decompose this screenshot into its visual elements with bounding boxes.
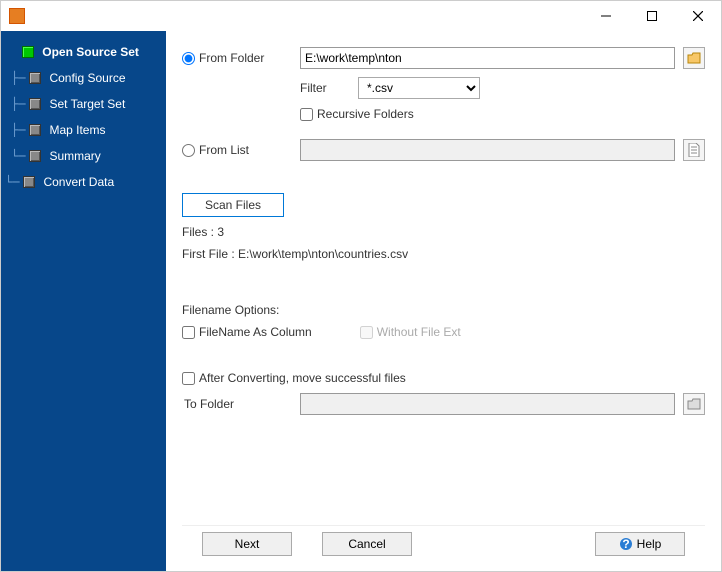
cancel-button[interactable]: Cancel <box>322 532 412 556</box>
step-icon <box>29 98 41 110</box>
minimize-button[interactable] <box>583 1 629 31</box>
filename-options-label: Filename Options: <box>182 303 279 317</box>
step-icon <box>22 46 34 58</box>
folder-icon <box>687 398 701 410</box>
sidebar-item-label: Open Source Set <box>42 45 139 59</box>
sidebar-item-summary[interactable]: └─ Summary <box>1 143 166 169</box>
filename-as-column-label: FileName As Column <box>199 325 312 339</box>
to-folder-input[interactable] <box>300 393 675 415</box>
from-folder-label: From Folder <box>199 51 264 65</box>
files-count: Files : 3 <box>182 225 224 239</box>
without-ext-label: Without File Ext <box>377 325 461 339</box>
file-icon <box>688 143 700 157</box>
scan-files-button[interactable]: Scan Files <box>182 193 284 217</box>
footer: Next Cancel ? Help <box>182 525 705 561</box>
app-icon <box>9 8 25 24</box>
filter-label: Filter <box>300 81 350 95</box>
help-label: Help <box>637 537 662 551</box>
help-icon: ? <box>619 537 633 551</box>
browse-to-folder-button[interactable] <box>683 393 705 415</box>
sidebar-item-label: Convert Data <box>43 175 114 189</box>
sidebar-item-map-items[interactable]: ├─ Map Items <box>1 117 166 143</box>
from-folder-radio[interactable] <box>182 52 195 65</box>
sidebar: Open Source Set ├─ Config Source ├─ Set … <box>1 31 166 571</box>
from-list-radio[interactable] <box>182 144 195 157</box>
step-icon <box>29 72 41 84</box>
next-button[interactable]: Next <box>202 532 292 556</box>
from-folder-radio-wrap[interactable]: From Folder <box>182 51 292 65</box>
sidebar-item-label: Summary <box>49 149 100 163</box>
from-list-radio-wrap[interactable]: From List <box>182 143 292 157</box>
maximize-button[interactable] <box>629 1 675 31</box>
sidebar-item-set-target-set[interactable]: ├─ Set Target Set <box>1 91 166 117</box>
recursive-checkbox[interactable] <box>300 108 313 121</box>
browse-folder-button[interactable] <box>683 47 705 69</box>
from-list-label: From List <box>199 143 249 157</box>
svg-text:?: ? <box>622 537 629 551</box>
titlebar <box>1 1 721 31</box>
filename-as-column-wrap[interactable]: FileName As Column <box>182 325 312 339</box>
recursive-label: Recursive Folders <box>317 107 414 121</box>
recursive-checkbox-wrap[interactable]: Recursive Folders <box>300 107 414 121</box>
folder-icon <box>687 52 701 64</box>
sidebar-item-label: Set Target Set <box>49 97 125 111</box>
help-button[interactable]: ? Help <box>595 532 685 556</box>
main-panel: From Folder Filter *.csv Recursive Folde… <box>166 31 721 571</box>
sidebar-item-label: Map Items <box>49 123 105 137</box>
sidebar-item-open-source-set[interactable]: Open Source Set <box>1 39 166 65</box>
browse-list-button[interactable] <box>683 139 705 161</box>
step-icon <box>29 150 41 162</box>
after-converting-label: After Converting, move successful files <box>199 371 406 385</box>
filter-select[interactable]: *.csv <box>358 77 480 99</box>
first-file: First File : E:\work\temp\nton\countries… <box>182 247 408 261</box>
from-folder-input[interactable] <box>300 47 675 69</box>
after-converting-checkbox[interactable] <box>182 372 195 385</box>
step-icon <box>29 124 41 136</box>
sidebar-item-label: Config Source <box>49 71 125 85</box>
close-button[interactable] <box>675 1 721 31</box>
without-ext-wrap: Without File Ext <box>360 325 461 339</box>
without-ext-checkbox <box>360 326 373 339</box>
step-icon <box>23 176 35 188</box>
after-converting-wrap[interactable]: After Converting, move successful files <box>182 371 406 385</box>
from-list-input[interactable] <box>300 139 675 161</box>
to-folder-label: To Folder <box>182 397 292 411</box>
sidebar-item-config-source[interactable]: ├─ Config Source <box>1 65 166 91</box>
filename-as-column-checkbox[interactable] <box>182 326 195 339</box>
sidebar-item-convert-data[interactable]: └─ Convert Data <box>1 169 166 195</box>
